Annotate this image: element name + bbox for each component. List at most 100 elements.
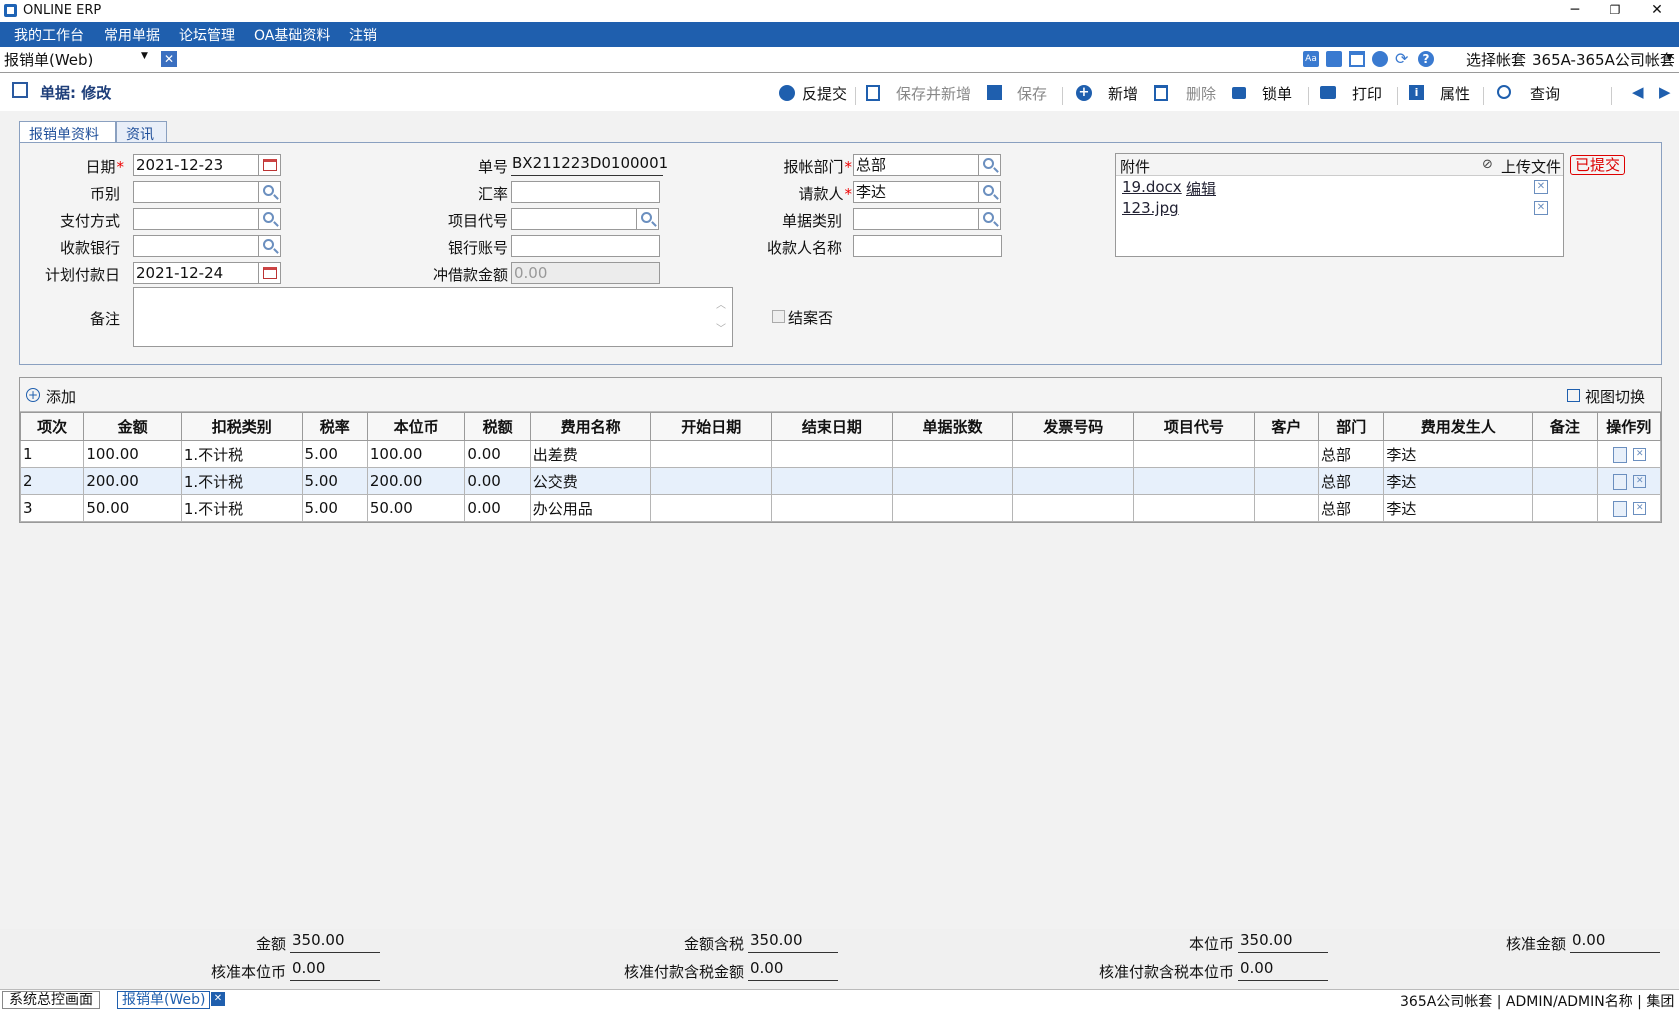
save-new-button[interactable]: 保存并新增 [896,83,971,104]
return-icon[interactable] [1326,51,1342,67]
applicant-field[interactable]: 李达 [853,181,979,203]
project-lookup-button[interactable] [637,208,659,230]
calendar-button[interactable] [259,154,281,176]
remove-attachment-icon[interactable]: ✕ [1534,180,1548,194]
col-header[interactable]: 客户 [1253,412,1320,441]
plan-date-field[interactable]: 2021-12-24 [133,262,259,284]
account-field[interactable] [511,235,660,257]
menu-workbench[interactable]: 我的工作台 [14,25,84,45]
bank-field[interactable] [133,235,259,257]
table-cell[interactable]: 办公用品 [529,494,652,522]
table-cell[interactable]: 50.00 [83,494,182,522]
table-cell[interactable] [1133,467,1255,495]
delete-row-icon[interactable]: ✕ [1633,502,1647,515]
table-cell[interactable]: 1.不计税 [180,440,303,468]
table-cell[interactable] [891,467,1014,495]
table-cell[interactable] [1253,467,1320,495]
delete-row-icon[interactable]: ✕ [1633,475,1647,488]
view-switch-button[interactable]: 视图切换 [1585,386,1645,407]
menu-common-docs[interactable]: 常用单据 [104,25,160,45]
table-cell[interactable] [1253,440,1320,468]
table-cell[interactable]: 0.00 [464,494,531,522]
next-record-icon[interactable]: ▶ [1659,83,1671,101]
table-cell[interactable]: 5.00 [301,440,368,468]
closed-checkbox[interactable] [772,310,785,323]
table-cell[interactable] [1133,440,1255,468]
table-cell[interactable]: 200.00 [366,467,466,495]
remark-textarea[interactable] [133,287,733,347]
col-header[interactable]: 费用名称 [529,412,652,441]
project-field[interactable] [511,208,637,230]
edit-row-icon[interactable] [1613,500,1628,517]
minimize-button[interactable]: ─ [1555,0,1595,22]
table-cell[interactable]: 200.00 [83,467,182,495]
table-cell[interactable] [771,494,893,522]
close-tab-icon[interactable]: ✕ [211,992,225,1006]
table-cell[interactable]: 李达 [1383,440,1534,468]
table-cell[interactable]: 1 [19,440,85,468]
dept-field[interactable]: 总部 [853,154,979,176]
table-cell[interactable]: 50.00 [366,494,466,522]
account-select[interactable]: 365A-365A公司帐套 [1532,49,1675,70]
lock-button[interactable]: 锁单 [1262,83,1292,104]
table-cell[interactable]: 李达 [1383,467,1534,495]
table-cell[interactable]: 3 [19,494,85,522]
current-doc-select[interactable]: 报销单(Web) [4,49,93,70]
table-cell[interactable]: 100.00 [83,440,182,468]
menu-forum[interactable]: 论坛管理 [179,25,235,45]
table-cell[interactable] [891,494,1014,522]
calendar-button[interactable] [259,262,281,284]
dept-lookup-button[interactable] [979,154,1001,176]
table-cell[interactable] [650,440,773,468]
upload-file-button[interactable]: 上传文件 [1501,156,1561,177]
attachment-link[interactable]: 19.docx [1122,178,1182,196]
menu-logout[interactable]: 注销 [349,25,377,45]
col-header[interactable]: 费用发生人 [1383,412,1534,441]
currency-lookup-button[interactable] [259,181,281,203]
table-cell[interactable] [891,440,1014,468]
table-cell[interactable]: 2 [19,467,85,495]
table-cell[interactable] [650,494,773,522]
table-cell[interactable]: 5.00 [301,494,368,522]
close-window-button[interactable]: ✕ [1637,0,1677,22]
table-cell[interactable] [771,440,893,468]
table-row[interactable]: 1 100.00 1.不计税 5.00 100.00 0.00 出差费 总部 李达 ✕ [19,440,1662,468]
col-header[interactable]: 备注 [1532,412,1598,441]
tab-expense-info[interactable]: 报销单资料 [19,121,116,143]
col-header[interactable]: 税率 [301,412,368,441]
delete-row-icon[interactable]: ✕ [1633,448,1647,461]
table-cell[interactable] [771,467,893,495]
query-button[interactable]: 查询 [1530,83,1560,104]
help-icon[interactable]: ? [1418,51,1434,67]
col-header[interactable]: 项次 [19,412,85,441]
table-cell[interactable] [1012,494,1135,522]
table-cell[interactable]: 0.00 [464,440,531,468]
col-header[interactable]: 单据张数 [891,412,1014,441]
add-row-button[interactable]: 添加 [46,386,76,407]
chevron-down-icon[interactable]: ▼ [141,51,148,61]
table-cell[interactable] [1253,494,1320,522]
doctype-lookup-button[interactable] [979,208,1001,230]
col-header[interactable]: 项目代号 [1133,412,1255,441]
table-cell[interactable] [1012,440,1135,468]
table-cell[interactable]: 公交费 [529,467,652,495]
window-icon[interactable] [1349,51,1365,67]
col-header[interactable]: 扣税类别 [180,412,303,441]
scroll-up-icon[interactable]: ︿ [716,296,726,311]
col-header[interactable]: 部门 [1318,412,1385,441]
table-cell[interactable] [1133,494,1255,522]
col-header[interactable]: 税额 [464,412,531,441]
table-row[interactable]: 2 200.00 1.不计税 5.00 200.00 0.00 公交费 总部 李达 ✕ [19,467,1662,495]
table-cell[interactable]: 0.00 [464,467,531,495]
table-cell[interactable] [650,467,773,495]
print-button[interactable]: 打印 [1352,83,1382,104]
menu-oa-basic[interactable]: OA基础资料 [254,25,330,45]
clock-icon[interactable] [1372,51,1388,67]
save-button[interactable]: 保存 [1017,83,1047,104]
font-icon[interactable]: Aa [1303,51,1319,67]
currency-field[interactable] [133,181,259,203]
status-tab-dashboard[interactable]: 系统总控画面 [2,991,100,1009]
edit-row-icon[interactable] [1613,473,1628,490]
bank-lookup-button[interactable] [259,235,281,257]
table-cell[interactable] [1532,467,1598,495]
